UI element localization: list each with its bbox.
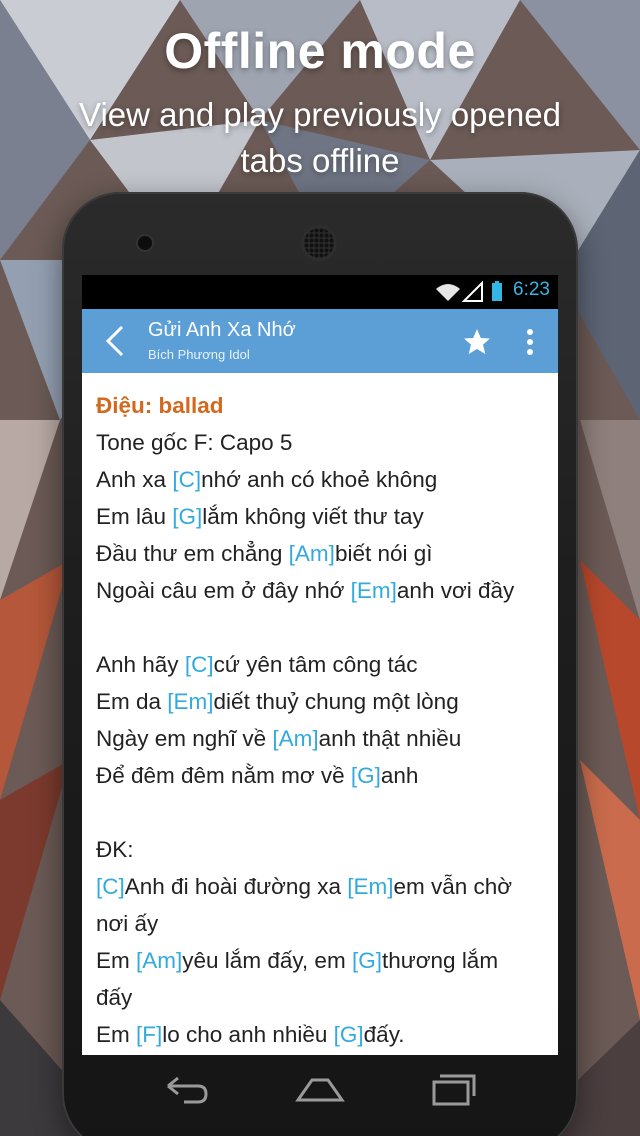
lyric-text: đấy. xyxy=(363,1022,405,1047)
lyric-text: lo cho anh nhiều xyxy=(162,1022,334,1047)
lyric-text: thương lắm xyxy=(381,948,499,973)
lyric-line: Em da [Em]diết thuỷ chung một lòng xyxy=(96,683,546,720)
phone-frame: 6:23 Gửi Anh Xa Nhớ Bích Phương Idol Điệ… xyxy=(62,192,578,1136)
promo-headline: Offline mode xyxy=(164,23,476,79)
lyric-text: anh thật nhiều xyxy=(318,726,462,751)
battery-icon xyxy=(492,281,502,301)
lyric-spacer xyxy=(96,794,546,831)
lyric-text: Em da xyxy=(96,689,168,714)
lyric-line: Em lâu [G]lắm không viết thư tay xyxy=(96,498,546,535)
lyric-text: em vẫn chờ xyxy=(393,874,513,899)
home-icon[interactable] xyxy=(294,1070,346,1110)
navigation-bar xyxy=(82,1058,558,1122)
chord-label[interactable]: [C] xyxy=(185,652,214,677)
lyric-text: Anh hãy xyxy=(96,652,185,677)
lyric-line: Ngày em nghĩ về [Am]anh thật nhiều xyxy=(96,720,546,757)
chord-label[interactable]: [C] xyxy=(96,874,125,899)
chord-label[interactable]: [Am] xyxy=(136,948,182,973)
lyric-line: Anh xa [C]nhớ anh có khoẻ không xyxy=(96,461,546,498)
lyric-text: anh vơi đầy xyxy=(396,578,515,603)
lyric-text: yêu lắm đấy, em xyxy=(182,948,352,973)
front-camera xyxy=(138,236,152,250)
chord-label[interactable]: [Am] xyxy=(272,726,318,751)
lyric-line: Em [Am]yêu lắm đấy, em [G]thương lắm xyxy=(96,942,546,979)
lyric-text: Em lâu xyxy=(96,504,173,529)
wifi-icon xyxy=(436,284,460,301)
status-bar: 6:23 xyxy=(82,275,558,309)
promo-subheadline-line-1: View and play previously opened xyxy=(79,96,561,133)
lyric-text: Đầu thư em chẳng xyxy=(96,541,289,566)
promo-subheadline: View and play previously opened tabs off… xyxy=(40,92,600,184)
lyrics-content: Điệu: ballad Tone gốc F: Capo 5 Anh xa [C]… xyxy=(96,387,546,1053)
lyric-text: Tone gốc F: Capo 5 xyxy=(96,430,293,455)
lyric-line: [C]Anh đi hoài đường xa [Em]em vẫn chờ xyxy=(96,868,546,905)
lyric-line: đấy xyxy=(96,979,546,1016)
lyric-text: cứ yên tâm công tác xyxy=(213,652,418,677)
chord-label[interactable]: [C] xyxy=(172,467,201,492)
chord-label[interactable]: [G] xyxy=(351,763,381,788)
lyric-text: anh xyxy=(380,763,419,788)
phone-screen: 6:23 Gửi Anh Xa Nhớ Bích Phương Idol Điệ… xyxy=(82,275,558,1055)
lyric-line: Để đêm đêm nằm mơ về [G]anh xyxy=(96,757,546,794)
lyric-text: diết thuỷ chung một lòng xyxy=(213,689,459,714)
status-time: 6:23 xyxy=(513,279,550,300)
more-vert-icon[interactable] xyxy=(520,327,540,357)
lyric-text: ĐK: xyxy=(96,837,134,862)
chord-label[interactable]: [F] xyxy=(136,1022,162,1047)
lyric-text: nơi ấy xyxy=(96,911,159,936)
status-icons xyxy=(434,280,514,307)
lyric-line: Ngoài câu em ở đây nhớ [Em]anh vơi đầy xyxy=(96,572,546,609)
lyric-text: Em xyxy=(96,948,137,973)
lyric-line: ĐK: xyxy=(96,831,546,868)
star-icon[interactable] xyxy=(462,327,492,357)
lyric-text: nhớ anh có khoẻ không xyxy=(201,467,438,492)
lyric-line: nơi ấy xyxy=(96,905,546,942)
chord-label[interactable]: [G] xyxy=(334,1022,364,1047)
lyric-text: Để đêm đêm nằm mơ về xyxy=(96,763,351,788)
chord-label[interactable]: [Em] xyxy=(351,578,397,603)
promo-subheadline-line-2: tabs offline xyxy=(240,142,400,179)
signal-icon xyxy=(461,280,483,302)
chord-label[interactable]: [G] xyxy=(172,504,202,529)
chord-label[interactable]: [Em] xyxy=(167,689,213,714)
chord-label[interactable]: [G] xyxy=(352,948,382,973)
chord-label[interactable]: [Am] xyxy=(289,541,335,566)
lyric-text: Ngoài câu em ở đây nhớ xyxy=(96,578,351,603)
chord-label[interactable]: [Em] xyxy=(347,874,393,899)
lyric-text: Điệu: ballad xyxy=(96,393,224,418)
lyric-line: Đầu thư em chẳng [Am]biết nói gì xyxy=(96,535,546,572)
lyric-text: biết nói gì xyxy=(334,541,433,566)
lyric-line: Tone gốc F: Capo 5 xyxy=(96,424,546,461)
song-style-line: Điệu: ballad xyxy=(96,387,546,424)
app-bar: Gửi Anh Xa Nhớ Bích Phương Idol xyxy=(82,309,558,373)
lyric-text: Ngày em nghĩ về xyxy=(96,726,273,751)
lyric-text: Anh đi hoài đường xa xyxy=(124,874,348,899)
lyric-text: lắm không viết thư tay xyxy=(202,504,424,529)
song-artist: Bích Phương Idol xyxy=(148,347,250,362)
lyric-text: đấy xyxy=(96,985,133,1010)
back-nav-icon[interactable] xyxy=(160,1070,212,1110)
recents-icon[interactable] xyxy=(428,1070,480,1110)
lyric-text: Anh xa xyxy=(96,467,173,492)
earpiece-speaker xyxy=(304,228,334,258)
back-icon[interactable] xyxy=(102,323,130,359)
lyric-text: Em xyxy=(96,1022,137,1047)
lyric-spacer xyxy=(96,609,546,646)
lyric-line: Em [F]lo cho anh nhiều [G]đấy. xyxy=(96,1016,546,1053)
lyric-line: Anh hãy [C]cứ yên tâm công tác xyxy=(96,646,546,683)
song-title: Gửi Anh Xa Nhớ xyxy=(148,319,296,341)
